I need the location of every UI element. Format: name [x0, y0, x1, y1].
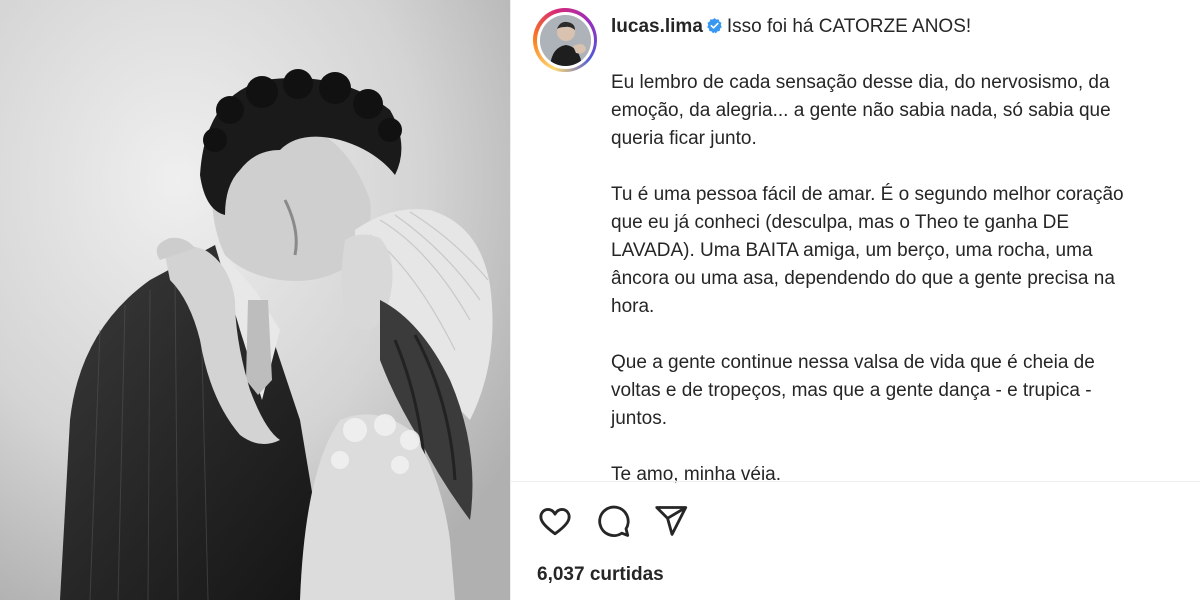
caption-header: lucas.lima Isso foi há CATORZE ANOS! [611, 13, 1191, 41]
verified-badge-icon [707, 18, 722, 34]
heart-icon [539, 508, 571, 536]
post-details-panel: lucas.lima Isso foi há CATORZE ANOS! Eu l… [510, 0, 1200, 600]
caption-paragraph-2: Tu é uma pessoa fácil de amar. É o segun… [611, 184, 1124, 317]
divider [511, 481, 1200, 482]
share-button[interactable] [653, 503, 689, 539]
avatar[interactable] [539, 14, 591, 66]
comment-button[interactable] [595, 503, 631, 539]
post-caption: lucas.lima Isso foi há CATORZE ANOS! Eu l… [611, 13, 1191, 489]
caption-first-line: Isso foi há CATORZE ANOS! [726, 16, 972, 37]
post-photo [0, 0, 510, 600]
caption-paragraph-4: Te amo, minha véia. [611, 464, 782, 485]
username-link[interactable]: lucas.lima [611, 16, 703, 37]
likes-count[interactable]: 6,037 curtidas [537, 564, 664, 586]
wedding-kiss-photo [0, 0, 510, 600]
story-ring[interactable] [533, 8, 597, 72]
post-actions [537, 503, 689, 539]
caption-paragraph-3: Que a gente continue nessa valsa de vida… [611, 352, 1095, 429]
comment-bubble-icon [598, 505, 630, 537]
like-button[interactable] [537, 503, 573, 539]
caption-paragraph-1: Eu lembro de cada sensação desse dia, do… [611, 72, 1111, 149]
paper-plane-icon [655, 506, 688, 536]
